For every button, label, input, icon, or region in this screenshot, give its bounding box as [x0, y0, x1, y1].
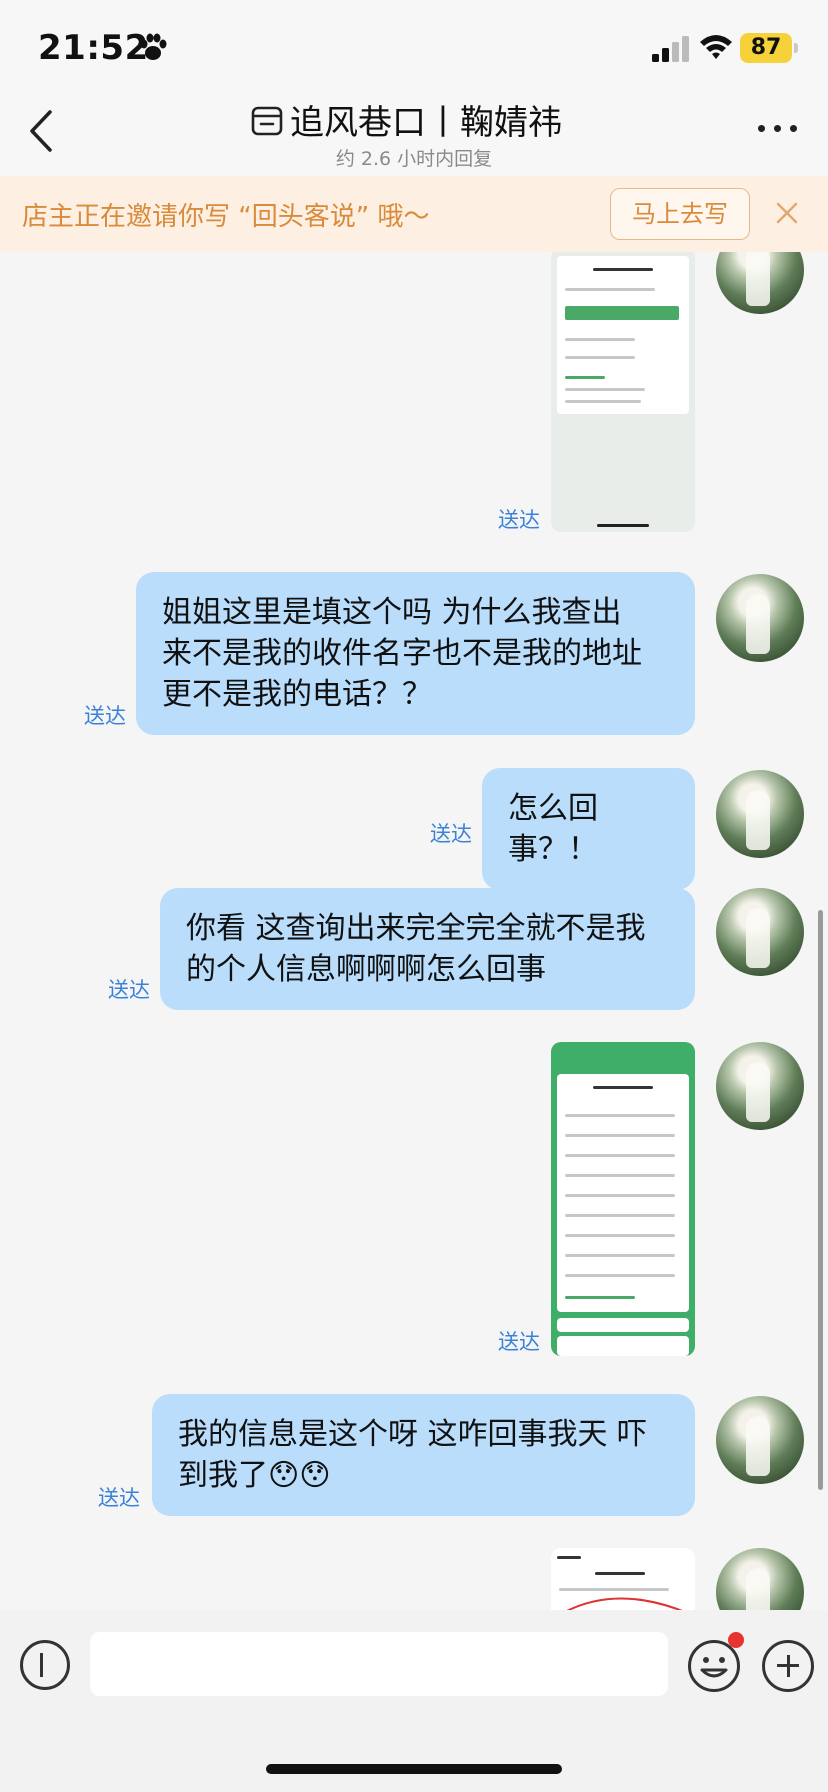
avatar[interactable]	[716, 1396, 804, 1484]
avatar[interactable]	[716, 1042, 804, 1130]
shop-title[interactable]: 追风巷口丨鞠婧祎	[290, 100, 562, 146]
image-message[interactable]	[551, 252, 695, 532]
scrollbar[interactable]	[818, 910, 823, 1490]
voice-input-icon[interactable]	[20, 1640, 70, 1690]
avatar[interactable]	[716, 770, 804, 858]
message-text: 的个人信息啊啊啊怎么回事	[186, 952, 546, 987]
status-time: 21:52	[38, 28, 149, 68]
message-bubble[interactable]: 姐姐这里是填这个吗 为什么我查出 来不是我的收件名字也不是我的地址 更不是我的电…	[136, 572, 695, 735]
message-bubble[interactable]: 怎么回事？！	[482, 768, 695, 890]
message-input[interactable]	[90, 1632, 668, 1696]
message-text: 怎么回事？！	[508, 791, 598, 867]
wifi-icon	[700, 35, 732, 59]
delivered-status: 送达	[84, 704, 126, 728]
message-text: 来不是我的收件名字也不是我的地址	[162, 636, 642, 671]
delivered-status: 送达	[98, 1486, 140, 1510]
notification-dot	[728, 1632, 744, 1648]
delivered-status: 送达	[108, 978, 150, 1002]
delivered-status: 送达	[430, 822, 472, 846]
message-text: 我的信息是这个呀 这咋回事我天 吓	[178, 1417, 648, 1452]
message-text: 姐姐这里是填这个吗 为什么我查出	[162, 595, 622, 630]
emoji-icon[interactable]	[688, 1640, 740, 1692]
avatar[interactable]	[716, 1548, 804, 1610]
home-indicator	[266, 1764, 562, 1774]
message-bubble[interactable]: 你看 这查询出来完全完全就不是我 的个人信息啊啊啊怎么回事	[160, 888, 695, 1010]
avatar[interactable]	[716, 252, 804, 314]
message-bubble[interactable]: 我的信息是这个呀 这咋回事我天 吓 到我了😯😯	[152, 1394, 695, 1516]
cellular-signal-icon	[652, 36, 689, 62]
screenshot-thumbnail	[557, 256, 689, 414]
status-bar: 21:52 87	[0, 0, 828, 100]
delivered-status: 送达	[498, 508, 540, 532]
message-text: 到我了😯😯	[178, 1458, 331, 1493]
battery-indicator: 87	[740, 33, 800, 63]
shop-icon	[251, 106, 283, 136]
review-invite-banner: 店主正在邀请你写 “回头客说” 哦～ 马上去写	[0, 176, 828, 252]
message-text: 你看 这查询出来完全完全就不是我	[186, 911, 646, 946]
avatar[interactable]	[716, 574, 804, 662]
delivered-status: 送达	[498, 1330, 540, 1354]
close-icon[interactable]	[774, 200, 800, 226]
message-text: 更不是我的电话？？	[162, 677, 432, 712]
more-options-icon[interactable]	[756, 118, 800, 138]
battery-level: 87	[740, 33, 792, 63]
message-composer	[0, 1610, 828, 1792]
chat-header: 追风巷口丨鞠婧祎 约 2.6 小时内回复	[0, 100, 828, 176]
avatar[interactable]	[716, 888, 804, 976]
banner-text: 店主正在邀请你写 “回头客说” 哦～	[22, 202, 430, 232]
paw-icon	[140, 33, 167, 60]
reply-time-hint: 约 2.6 小时内回复	[335, 148, 493, 170]
plus-icon[interactable]	[762, 1640, 814, 1692]
message-list[interactable]: 送达 姐姐这里是填这个吗 为什么我查出 来不是我的收件名字也不是我的地址 更不是…	[0, 252, 828, 1610]
write-review-button[interactable]: 马上去写	[610, 188, 750, 240]
screenshot-thumbnail	[557, 1074, 689, 1312]
image-message[interactable]	[551, 1548, 695, 1610]
image-message[interactable]	[551, 1042, 695, 1356]
